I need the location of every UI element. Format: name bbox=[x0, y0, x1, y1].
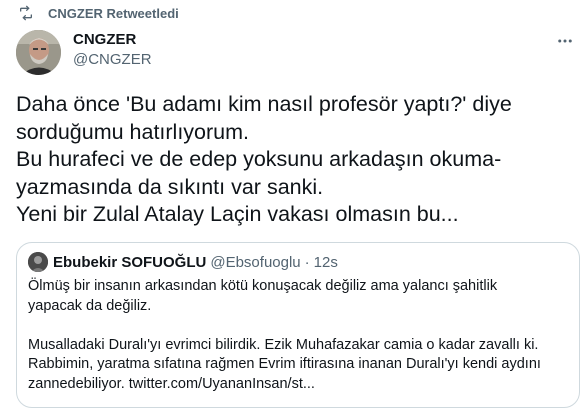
quoted-avatar bbox=[28, 252, 48, 272]
quoted-timestamp: 12s bbox=[313, 253, 338, 271]
tweet-line: sorduğumu hatırlıyorum. bbox=[16, 119, 250, 144]
retweet-icon bbox=[18, 5, 38, 21]
quoted-tweet-header: Ebubekir SOFUOĞLU @Ebsofuoglu · 12s bbox=[28, 252, 338, 272]
author-handle[interactable]: @CNGZER bbox=[73, 50, 152, 70]
more-horizontal-icon bbox=[558, 39, 572, 43]
quoted-display-name: Ebubekir SOFUOĞLU bbox=[53, 253, 207, 271]
tweet-line: Yeni bir Zulal Atalay Laçin vakası olmas… bbox=[16, 202, 459, 226]
quoted-line: zannedebiliyor. twitter.com/UyananInsan/… bbox=[28, 375, 315, 392]
avatar[interactable] bbox=[16, 30, 61, 75]
author-block: CNGZER @CNGZER bbox=[73, 31, 152, 70]
quoted-line: Musalladaki Duralı'yı evrimci bilirdik. … bbox=[28, 336, 539, 353]
quoted-line: Rabbimin, yaratma sıfatına rağmen Evrim … bbox=[28, 356, 541, 372]
retweet-header: CNGZER Retweetledi bbox=[18, 3, 179, 23]
quoted-tweet-text: Ölmüş bir insanın arkasından kötü konuşa… bbox=[28, 277, 573, 394]
tweet-line: yazmasında da sıkıntı var sanki. bbox=[16, 174, 324, 199]
quoted-handle: @Ebsofuoglu bbox=[210, 253, 301, 271]
quoted-line: Ölmüş bir insanın arkasından kötü konuşa… bbox=[28, 278, 498, 294]
retweet-label[interactable]: CNGZER Retweetledi bbox=[48, 6, 179, 21]
tweet-line: Daha önce 'Bu adamı kim nasıl profesör y… bbox=[16, 92, 512, 116]
author-display-name[interactable]: CNGZER bbox=[73, 31, 152, 49]
more-options-button[interactable] bbox=[554, 30, 576, 52]
separator-dot: · bbox=[304, 253, 310, 271]
quoted-line: yapacak da değiliz. bbox=[28, 297, 152, 314]
quoted-tweet-card[interactable]: Ebubekir SOFUOĞLU @Ebsofuoglu · 12s Ölmü… bbox=[16, 242, 580, 408]
tweet-line: Bu hurafeci ve de edep yoksunu arkadaşın… bbox=[16, 147, 502, 171]
tweet-text: Daha önce 'Bu adamı kim nasıl profesör y… bbox=[16, 91, 581, 229]
